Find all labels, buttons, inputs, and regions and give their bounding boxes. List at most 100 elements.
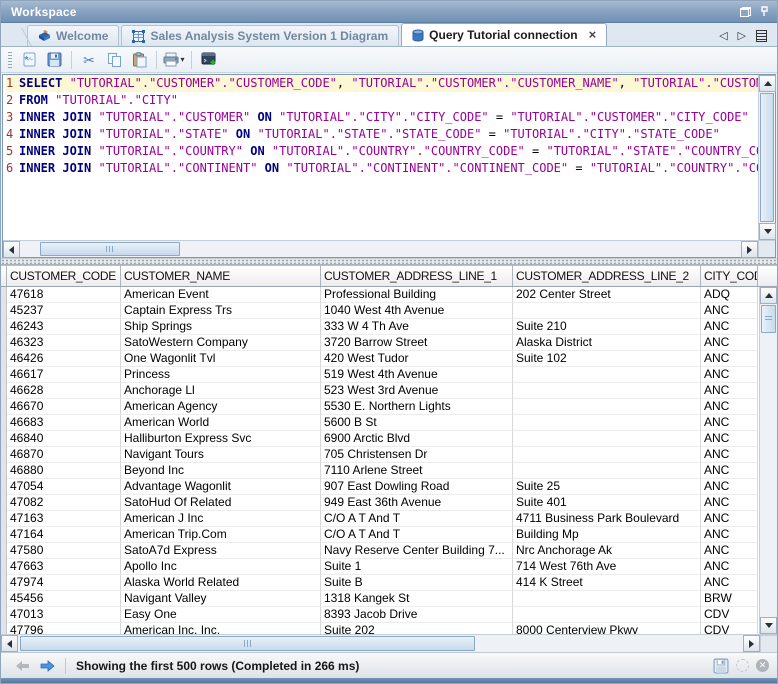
table-row[interactable]: 47974Alaska World RelatedSuite B414 K St… [7, 575, 759, 591]
table-cell[interactable]: ANC [701, 415, 758, 431]
table-cell[interactable]: 4711 Business Park Boulevard [513, 511, 701, 527]
column-header[interactable]: CUSTOMER_CODE [7, 265, 121, 287]
table-row[interactable]: 46683American World5600 B StANC [7, 415, 759, 431]
table-row[interactable]: 46670American Agency5530 E. Northern Lig… [7, 399, 759, 415]
table-cell[interactable]: ANC [701, 495, 758, 511]
table-cell[interactable]: Suite 1 [321, 559, 513, 575]
table-cell[interactable]: 47163 [7, 511, 121, 527]
table-row[interactable]: 47163American J IncC/O A T And T4711 Bus… [7, 511, 759, 527]
column-header[interactable]: CUSTOMER_ADDRESS_LINE_1 [321, 265, 513, 287]
cut-icon[interactable]: ✂ [78, 49, 100, 71]
save-icon[interactable] [43, 49, 65, 71]
column-header[interactable]: CITY_CODE [701, 265, 758, 287]
table-cell[interactable]: ANC [701, 351, 758, 367]
table-cell[interactable]: 333 W 4 Th Ave [321, 319, 513, 335]
table-cell[interactable]: ANC [701, 543, 758, 559]
table-cell[interactable]: 47054 [7, 479, 121, 495]
table-cell[interactable]: 45456 [7, 591, 121, 607]
table-cell[interactable]: SatoHud Of Related [121, 495, 321, 511]
table-cell[interactable]: 7110 Arlene Street [321, 463, 513, 479]
table-cell[interactable]: 46628 [7, 383, 121, 399]
sql-console-icon[interactable] [198, 49, 220, 71]
table-cell[interactable]: Advantage Wagonlit [121, 479, 321, 495]
copy-icon[interactable] [103, 49, 125, 71]
table-cell[interactable]: Anchorage Ll [121, 383, 321, 399]
table-cell[interactable]: Navigant Valley [121, 591, 321, 607]
table-cell[interactable]: ANC [701, 447, 758, 463]
table-cell[interactable]: One Wagonlit Tvl [121, 351, 321, 367]
table-cell[interactable]: 47663 [7, 559, 121, 575]
splitter-handle[interactable] [1, 258, 777, 265]
table-cell[interactable]: CDV [701, 607, 758, 623]
table-cell[interactable]: BRW [701, 591, 758, 607]
table-cell[interactable] [513, 591, 701, 607]
table-cell[interactable] [513, 447, 701, 463]
table-row[interactable]: 47082SatoHud Of Related949 East 36th Ave… [7, 495, 759, 511]
table-cell[interactable]: 5600 B St [321, 415, 513, 431]
table-cell[interactable]: 47082 [7, 495, 121, 511]
table-cell[interactable]: Suite B [321, 575, 513, 591]
scroll-down-icon[interactable] [760, 617, 777, 634]
tab-list-icon[interactable] [756, 30, 767, 42]
table-row[interactable]: 46840Halliburton Express Svc6900 Arctic … [7, 431, 759, 447]
table-cell[interactable]: ANC [701, 527, 758, 543]
editor-hscroll-thumb[interactable] [40, 242, 180, 256]
table-cell[interactable]: ANC [701, 367, 758, 383]
table-cell[interactable]: Beyond Inc [121, 463, 321, 479]
table-cell[interactable]: SatoA7d Express [121, 543, 321, 559]
table-cell[interactable]: ANC [701, 335, 758, 351]
tab-welcome[interactable]: Welcome [27, 25, 119, 46]
table-row[interactable]: 46323SatoWestern Company3720 Barrow Stre… [7, 335, 759, 351]
table-vscroll-thumb[interactable] [761, 305, 776, 333]
table-cell[interactable]: 47618 [7, 287, 121, 303]
table-row[interactable]: 45456Navigant Valley1318 Kangek StBRW [7, 591, 759, 607]
table-cell[interactable]: 420 West Tudor [321, 351, 513, 367]
close-tab-icon[interactable]: × [589, 30, 597, 40]
table-cell[interactable]: American Trip.Com [121, 527, 321, 543]
toolbar-grip[interactable] [8, 52, 12, 68]
sql-lines[interactable]: 1SELECT "TUTORIAL"."CUSTOMER"."CUSTOMER_… [3, 75, 758, 240]
cancel-icon[interactable]: ✕ [756, 659, 769, 672]
table-cell[interactable]: 414 K Street [513, 575, 701, 591]
scroll-up-icon[interactable] [760, 287, 777, 304]
title-bar[interactable]: Workspace [1, 1, 777, 23]
editor-hscrollbar[interactable] [3, 240, 758, 257]
scroll-up-icon[interactable] [759, 75, 776, 92]
tab-sales-analysis-diagram[interactable]: Sales Analysis System Version 1 Diagram [121, 25, 399, 46]
table-cell[interactable]: 202 Center Street [513, 287, 701, 303]
scroll-left-icon[interactable] [3, 241, 20, 258]
save-results-icon[interactable] [713, 658, 729, 674]
table-cell[interactable]: 47013 [7, 607, 121, 623]
restore-icon[interactable] [740, 7, 751, 17]
table-cell[interactable]: 46870 [7, 447, 121, 463]
table-body[interactable]: 47618American EventProfessional Building… [1, 287, 759, 634]
table-cell[interactable]: American World [121, 415, 321, 431]
sql-editor[interactable]: 1SELECT "TUTORIAL"."CUSTOMER"."CUSTOMER_… [2, 74, 776, 258]
next-tab-icon[interactable]: ▷ [738, 29, 746, 42]
table-cell[interactable]: Building Mp [513, 527, 701, 543]
table-cell[interactable] [513, 415, 701, 431]
scroll-down-icon[interactable] [759, 223, 776, 240]
table-cell[interactable] [513, 367, 701, 383]
table-cell[interactable]: 46426 [7, 351, 121, 367]
table-cell[interactable]: 8393 Jacob Drive [321, 607, 513, 623]
table-cell[interactable] [513, 383, 701, 399]
table-cell[interactable]: 46670 [7, 399, 121, 415]
table-cell[interactable]: 3720 Barrow Street [321, 335, 513, 351]
table-cell[interactable]: ANC [701, 399, 758, 415]
prev-tab-icon[interactable]: ◁ [719, 29, 727, 42]
table-row[interactable]: 45237Captain Express Trs1040 West 4th Av… [7, 303, 759, 319]
table-cell[interactable]: Suite 210 [513, 319, 701, 335]
table-row[interactable]: 46870Navigant Tours705 Christensen DrANC [7, 447, 759, 463]
table-cell[interactable]: Easy One [121, 607, 321, 623]
table-cell[interactable]: ANC [701, 383, 758, 399]
table-cell[interactable]: CDV [701, 623, 758, 634]
table-cell[interactable]: 705 Christensen Dr [321, 447, 513, 463]
table-cell[interactable]: C/O A T And T [321, 511, 513, 527]
table-cell[interactable]: 47796 [7, 623, 121, 634]
table-cell[interactable]: ANC [701, 319, 758, 335]
table-cell[interactable]: American J Inc [121, 511, 321, 527]
table-cell[interactable]: Suite 401 [513, 495, 701, 511]
editor-vscroll-track[interactable] [759, 92, 775, 223]
column-header[interactable]: CUSTOMER_NAME [121, 265, 321, 287]
